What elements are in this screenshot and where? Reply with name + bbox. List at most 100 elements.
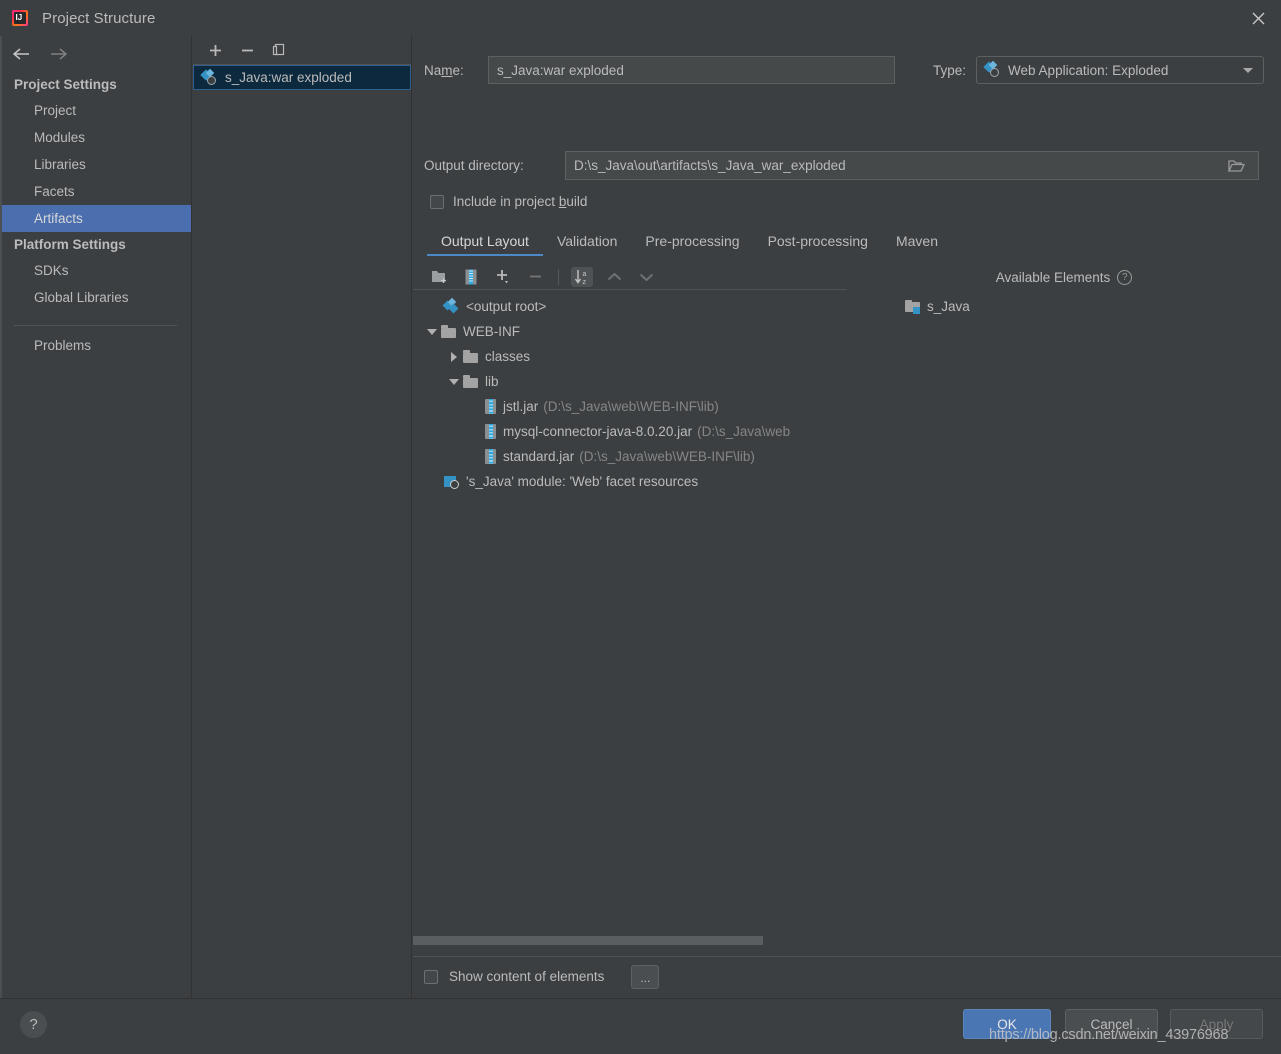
tree-label: s_Java	[927, 299, 970, 314]
watermark-text: https://blog.csdn.net/weixin_43976968	[989, 1027, 1229, 1043]
include-in-project-build-label: Include in project build	[453, 194, 588, 209]
available-elements-header: Available Elements ?	[847, 264, 1281, 290]
folder-icon	[463, 375, 478, 388]
tree-path: (D:\s_Java\web\WEB-INF\lib)	[543, 399, 719, 414]
sidebar-item-problems[interactable]: Problems	[0, 332, 191, 359]
tree-label: WEB-INF	[463, 324, 520, 339]
sidebar-divider	[14, 325, 177, 326]
tree-label: 's_Java' module: 'Web' facet resources	[466, 474, 699, 489]
output-directory-row: Output directory:	[413, 151, 1281, 180]
twisty-down-icon[interactable]	[425, 325, 439, 339]
sidebar-item-libraries[interactable]: Libraries	[0, 151, 191, 178]
add-artifact-button[interactable]	[206, 41, 224, 59]
sort-az-icon[interactable]: a z	[571, 266, 593, 287]
name-row: Name: Type: Web Application: Exploded	[413, 56, 1281, 84]
dialog-button-bar: ? OK Cancel Apply	[0, 998, 1281, 1054]
window-title: Project Structure	[42, 9, 156, 27]
sidebar-item-project[interactable]: Project	[0, 97, 191, 124]
tree-row[interactable]: <output root>	[413, 294, 847, 319]
artifact-editor-panel: Name: Type: Web Application: Exploded Ou…	[413, 36, 1281, 998]
navigation-arrows	[0, 36, 191, 72]
close-icon[interactable]	[1235, 0, 1281, 36]
tree-row[interactable]: WEB-INF	[413, 319, 847, 344]
tree-row[interactable]: standard.jar (D:\s_Java\web\WEB-INF\lib)	[413, 444, 847, 469]
artifact-type-dropdown[interactable]: Web Application: Exploded	[976, 56, 1265, 84]
tab-pre-processing[interactable]: Pre-processing	[631, 231, 753, 256]
tab-maven[interactable]: Maven	[882, 231, 952, 256]
more-options-button[interactable]: ...	[631, 964, 660, 989]
editor-tabs: Output Layout Validation Pre-processing …	[413, 231, 1281, 259]
twisty-down-icon[interactable]	[447, 375, 461, 389]
show-content-of-elements-label: Show content of elements	[449, 969, 605, 984]
chevron-down-icon	[1243, 67, 1254, 73]
sidebar-item-global-libraries[interactable]: Global Libraries	[0, 284, 191, 311]
copy-artifact-button[interactable]	[270, 41, 288, 59]
arrow-left-icon[interactable]	[10, 43, 32, 65]
sidebar-item-sdks[interactable]: SDKs	[0, 257, 191, 284]
folder-open-icon[interactable]	[1227, 158, 1246, 173]
arrow-right-icon[interactable]	[48, 43, 70, 65]
remove-artifact-button[interactable]	[238, 41, 256, 59]
tree-row[interactable]: jstl.jar (D:\s_Java\web\WEB-INF\lib)	[413, 394, 847, 419]
toolbar-separator	[558, 268, 559, 285]
sidebar-accent-strip	[0, 36, 2, 998]
plus-dropdown-icon[interactable]	[492, 267, 514, 287]
available-elements-label: Available Elements	[995, 269, 1111, 285]
include-in-project-build-checkbox[interactable]	[430, 194, 444, 209]
scrollbar-thumb[interactable]	[413, 936, 763, 945]
artifact-name-label: s_Java:war exploded	[225, 70, 352, 85]
artifacts-toolbar	[193, 36, 411, 65]
name-label: Name:	[424, 62, 464, 78]
tab-post-processing[interactable]: Post-processing	[754, 231, 882, 256]
folder-icon	[463, 350, 478, 363]
jar-icon[interactable]	[460, 267, 482, 287]
jar-icon	[485, 449, 496, 464]
sidebar-group-platform-settings: Platform Settings	[14, 237, 126, 252]
title-bar: IJ Project Structure	[0, 0, 1281, 36]
minus-icon	[524, 267, 546, 287]
tree-path: (D:\s_Java\web\WEB-INF\lib)	[579, 449, 755, 464]
module-facet-icon	[444, 475, 459, 489]
jar-icon	[485, 424, 496, 439]
web-artifact-icon	[983, 60, 1001, 78]
sidebar-group-project-settings: Project Settings	[14, 77, 117, 92]
output-directory-input[interactable]	[565, 151, 1259, 180]
include-in-project-build-row[interactable]: Include in project build	[413, 194, 587, 209]
twisty-right-icon[interactable]	[447, 350, 461, 364]
output-root-icon	[442, 297, 459, 314]
tree-label: jstl.jar	[503, 399, 539, 414]
tree-row[interactable]: lib	[413, 369, 847, 394]
horizontal-scrollbar[interactable]	[413, 932, 1281, 946]
intellij-idea-icon: IJ	[12, 10, 28, 26]
list-item[interactable]: s_Java:war exploded	[193, 65, 411, 90]
output-layout-toolbar: a z	[413, 264, 847, 290]
sidebar-item-modules[interactable]: Modules	[0, 124, 191, 151]
tree-label: <output root>	[466, 299, 547, 314]
bottom-strip	[0, 1050, 1281, 1054]
output-layout-tree: <output root> WEB-INF classes lib jstl.j…	[413, 294, 847, 494]
folder-add-icon[interactable]	[428, 267, 450, 287]
tree-label: lib	[485, 374, 499, 389]
available-elements-tree: s_Java	[847, 294, 1281, 319]
tree-row[interactable]: 's_Java' module: 'Web' facet resources	[413, 469, 847, 494]
tree-label: classes	[485, 349, 531, 364]
artifact-type-value: Web Application: Exploded	[1008, 62, 1169, 78]
tree-row[interactable]: mysql-connector-java-8.0.20.jar (D:\s_Ja…	[413, 419, 847, 444]
tab-output-layout[interactable]: Output Layout	[427, 231, 543, 256]
tree-row[interactable]: classes	[413, 344, 847, 369]
sidebar-item-facets[interactable]: Facets	[0, 178, 191, 205]
tab-validation[interactable]: Validation	[543, 231, 631, 256]
settings-sidebar: Project Settings Project Modules Librari…	[0, 36, 192, 998]
web-artifact-icon	[200, 68, 218, 86]
tree-label: standard.jar	[503, 449, 575, 464]
artifacts-list-panel: s_Java:war exploded	[193, 36, 412, 998]
tree-row[interactable]: s_Java	[847, 294, 1281, 319]
jar-icon	[485, 399, 496, 414]
name-input[interactable]	[488, 56, 895, 84]
show-content-of-elements-checkbox[interactable]	[424, 969, 438, 984]
output-directory-label: Output directory:	[424, 158, 524, 173]
question-mark-icon[interactable]: ?	[1117, 269, 1133, 285]
tree-label: mysql-connector-java-8.0.20.jar	[503, 424, 693, 439]
help-button[interactable]: ?	[20, 1011, 47, 1038]
sidebar-item-artifacts[interactable]: Artifacts	[0, 205, 191, 232]
